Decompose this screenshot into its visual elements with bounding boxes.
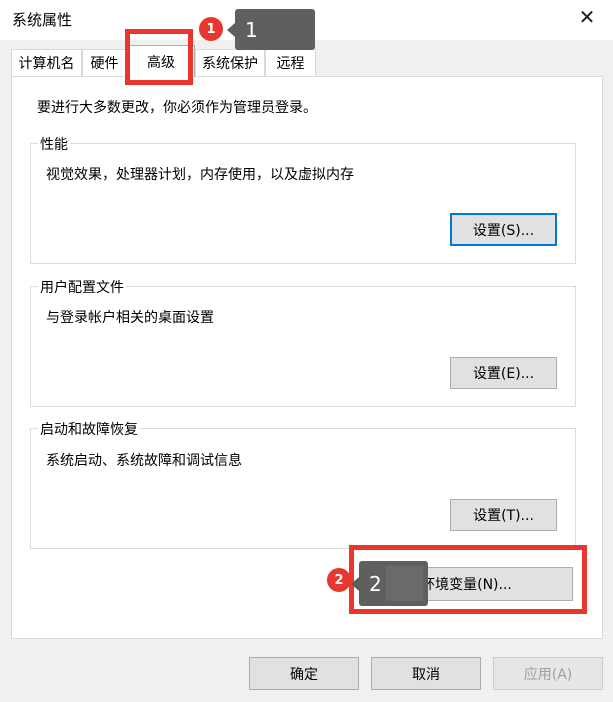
tab-remote[interactable]: 远程 — [265, 49, 316, 76]
step-tip-2-label: 2 — [369, 571, 382, 596]
admin-notice: 要进行大多数更改，你必须作为管理员登录。 — [37, 100, 317, 116]
startup-recovery-settings-button[interactable]: 设置(T)... — [450, 499, 557, 531]
step-badge-1: 1 — [199, 17, 223, 41]
tip-arrow — [351, 576, 359, 591]
performance-description: 视觉效果，处理器计划，内存使用，以及虚拟内存 — [46, 167, 354, 183]
user-profiles-label: 用户配置文件 — [38, 277, 126, 297]
close-icon[interactable]: ✕ — [575, 5, 599, 29]
user-profiles-settings-button[interactable]: 设置(E)... — [450, 357, 557, 389]
step-tip-1-label: 1 — [245, 17, 258, 42]
tab-advanced[interactable]: 高级 — [127, 45, 195, 77]
step-badge-2: 2 — [327, 568, 351, 592]
tab-system-protection[interactable]: 系统保护 — [195, 49, 265, 76]
apply-button[interactable]: 应用(A) — [493, 657, 603, 690]
tab-hardware[interactable]: 硬件 — [82, 49, 127, 76]
tip-arrow — [227, 22, 235, 37]
ok-button[interactable]: 确定 — [249, 657, 359, 690]
startup-recovery-label: 启动和故障恢复 — [38, 419, 140, 439]
performance-settings-button[interactable]: 设置(S)... — [450, 213, 557, 246]
step-tip-1: 1 — [227, 9, 315, 50]
tab-computer-name[interactable]: 计算机名 — [11, 49, 82, 76]
window-title: 系统属性 — [12, 11, 73, 29]
step-tip-2: 2 — [351, 561, 428, 606]
performance-label: 性能 — [38, 134, 70, 154]
user-profiles-description: 与登录帐户相关的桌面设置 — [46, 310, 214, 326]
startup-recovery-description: 系统启动、系统故障和调试信息 — [46, 453, 242, 469]
cancel-button[interactable]: 取消 — [371, 657, 481, 690]
tip-shade — [386, 566, 423, 601]
